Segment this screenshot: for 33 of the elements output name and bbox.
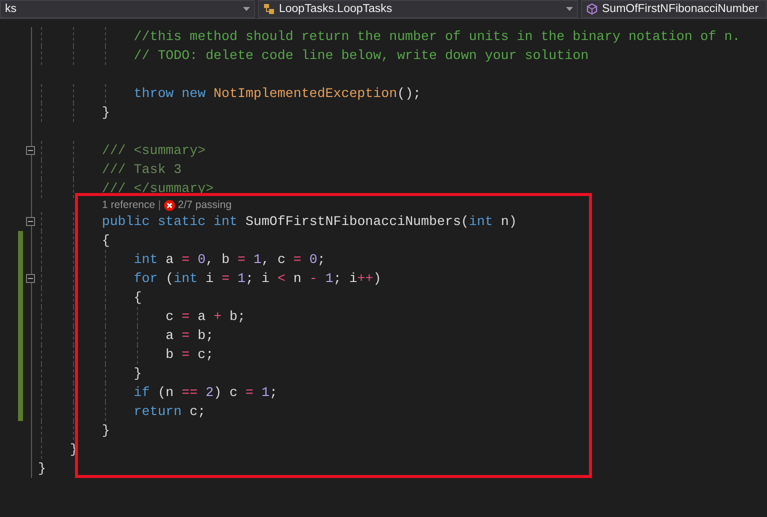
code-line: public static int SumOfFirstNFibonacciNumbers(int n) bbox=[38, 212, 517, 231]
class-icon bbox=[263, 3, 275, 15]
collapse-icon[interactable] bbox=[26, 217, 35, 226]
navigation-dropdown[interactable]: LoopTasks.LoopTasks bbox=[258, 0, 578, 18]
code-line: if (n == 2) c = 1; bbox=[38, 383, 278, 402]
caret-icon bbox=[243, 7, 250, 11]
references-link[interactable]: 1 reference bbox=[102, 198, 156, 212]
code-line: c = a + b; bbox=[38, 307, 246, 326]
code-line: } bbox=[38, 103, 110, 122]
code-line: /// </summary> bbox=[38, 179, 214, 198]
code-line: } bbox=[38, 421, 110, 440]
cube-icon bbox=[586, 3, 598, 15]
code-line: int a = 0, b = 1, c = 0; bbox=[38, 250, 326, 269]
code-line: { bbox=[38, 288, 142, 307]
code-line: { bbox=[38, 231, 110, 250]
code-line: b = c; bbox=[38, 345, 214, 364]
collapse-icon[interactable] bbox=[26, 274, 35, 283]
caret-icon bbox=[566, 7, 573, 11]
test-status-link[interactable]: 2/7 passing bbox=[178, 198, 232, 212]
code-line: for (int i = 1; i < n - 1; i++) bbox=[38, 269, 382, 288]
code-line: //this method should return the number of units in the binary notation of n. bbox=[38, 27, 740, 46]
code-line: /// <summary> bbox=[38, 141, 206, 160]
code-line: // TODO: delete code line below, write down your solution bbox=[38, 46, 589, 65]
navigation-dropdown[interactable]: ks bbox=[0, 0, 255, 18]
code-line: } bbox=[38, 364, 142, 383]
separator: | bbox=[158, 198, 161, 212]
navigation-dropdown[interactable]: SumOfFirstNFibonacciNumber bbox=[581, 0, 767, 18]
code-line: a = b; bbox=[38, 326, 214, 345]
collapse-icon[interactable] bbox=[26, 146, 35, 155]
code-line: throw new NotImplementedException(); bbox=[38, 84, 422, 103]
code-line: } bbox=[38, 460, 46, 478]
code-line: return c; bbox=[38, 402, 206, 421]
code-line: /// Task 3 bbox=[38, 160, 182, 179]
